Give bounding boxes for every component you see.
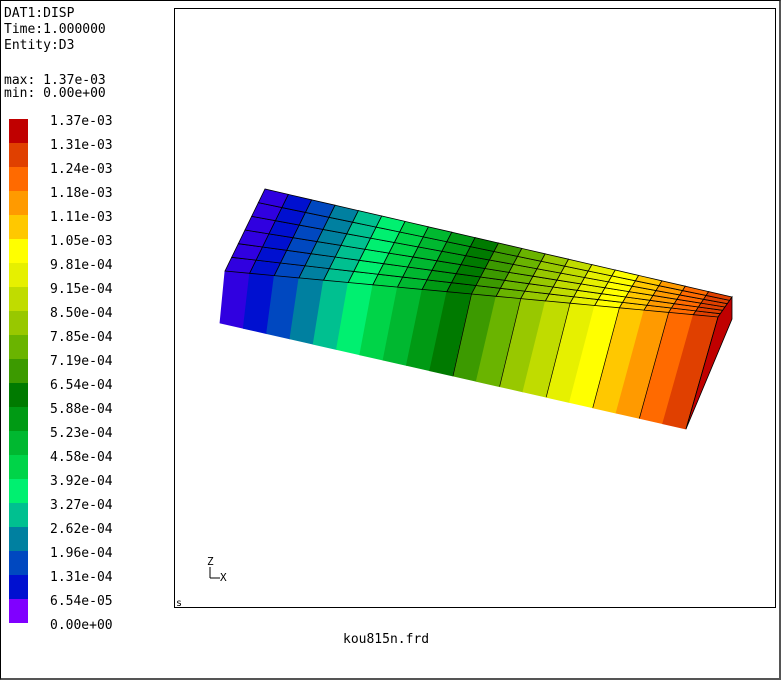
legend-swatch (9, 503, 28, 527)
legend-label: 6.54e-05 (50, 594, 113, 609)
legend-swatch (9, 455, 28, 479)
legend-swatch (9, 215, 28, 239)
legend-label: 5.23e-04 (50, 426, 113, 441)
legend-label: 1.31e-04 (50, 570, 113, 585)
legend-label: 5.88e-04 (50, 402, 113, 417)
value-range: max: 1.37e-03 min: 0.00e+00 (4, 74, 106, 100)
min-value: min: 0.00e+00 (4, 86, 106, 101)
time-label: Time:1.000000 (4, 22, 106, 37)
legend-swatch (9, 383, 28, 407)
legend-label: 0.00e+00 (50, 618, 113, 633)
legend-swatch (9, 311, 28, 335)
axis-triad: Z X (205, 555, 235, 589)
legend-label: 1.24e-03 (50, 162, 113, 177)
legend-label: 1.05e-03 (50, 234, 113, 249)
legend-label: 1.18e-03 (50, 186, 113, 201)
legend-swatch (9, 479, 28, 503)
legend-label: 9.81e-04 (50, 258, 113, 273)
legend-label: 7.85e-04 (50, 330, 113, 345)
axis-x-label: X (220, 571, 227, 584)
legend-swatch (9, 191, 28, 215)
viewport-marker: s (176, 598, 183, 609)
legend-swatch (9, 431, 28, 455)
legend-swatch (9, 551, 28, 575)
axis-triad-icon: Z X (207, 555, 227, 584)
axis-z-label: Z (207, 556, 214, 568)
legend-label: 1.31e-03 (50, 138, 113, 153)
legend-swatch (9, 167, 28, 191)
legend-label: 4.58e-04 (50, 450, 113, 465)
legend-swatch (9, 575, 28, 599)
legend-swatch (9, 407, 28, 431)
legend-label: 3.27e-04 (50, 498, 113, 513)
legend-swatch (9, 599, 28, 623)
legend-swatch (9, 143, 28, 167)
entity-label: Entity:D3 (4, 38, 75, 53)
legend-label: 9.15e-04 (50, 282, 113, 297)
fem-model[interactable] (175, 9, 775, 607)
file-name: kou815n.frd (343, 632, 430, 647)
legend-label: 3.92e-04 (50, 474, 113, 489)
legend-label: 1.96e-04 (50, 546, 113, 561)
legend-label: 7.19e-04 (50, 354, 113, 369)
legend-swatch (9, 239, 28, 263)
legend-swatch (9, 527, 28, 551)
legend-label: 8.50e-04 (50, 306, 113, 321)
dataset-label: DAT1:DISP (4, 6, 75, 21)
graphics-viewport[interactable] (174, 8, 776, 608)
legend-label: 6.54e-04 (50, 378, 113, 393)
legend-label: 2.62e-04 (50, 522, 113, 537)
legend-label: 1.11e-03 (50, 210, 113, 225)
legend-swatch (9, 287, 28, 311)
legend-swatch (9, 263, 28, 287)
result-info: DAT1:DISP Time:1.000000 Entity:D3 (4, 6, 106, 54)
legend-label: 1.37e-03 (50, 114, 113, 129)
legend-swatch (9, 119, 28, 143)
legend-swatch (9, 335, 28, 359)
legend-swatch (9, 359, 28, 383)
